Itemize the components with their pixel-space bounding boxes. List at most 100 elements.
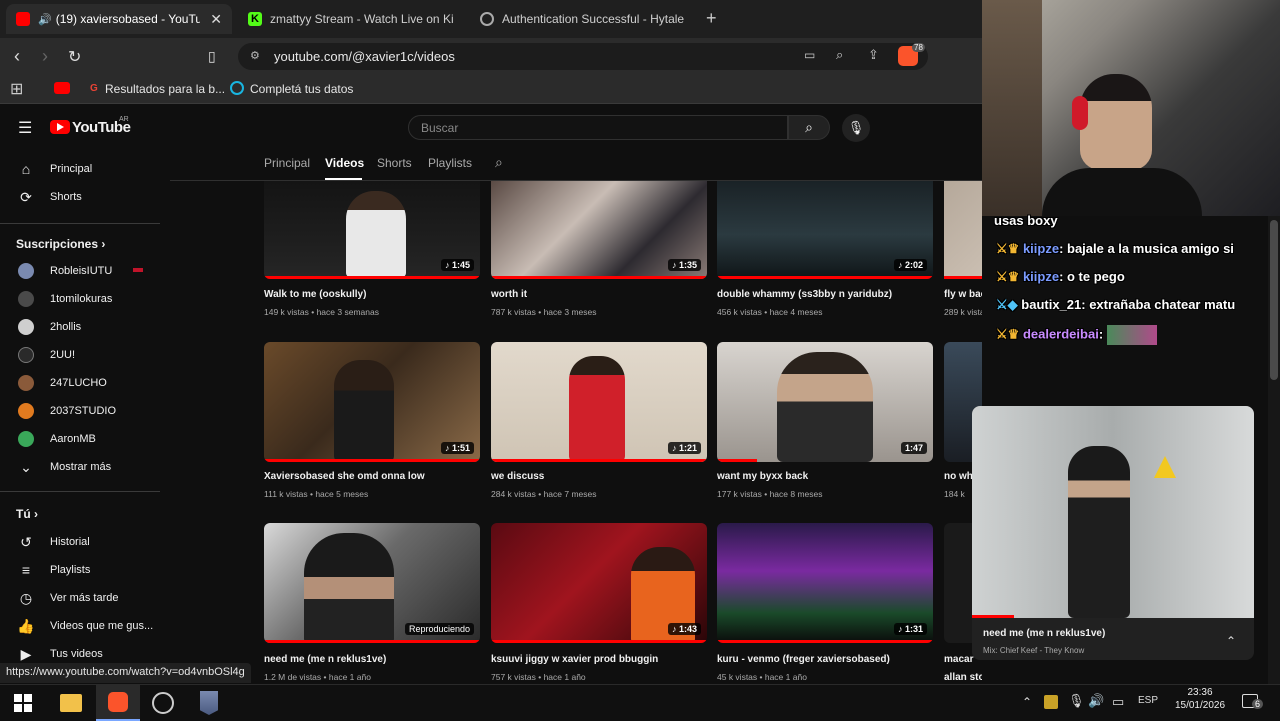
forward-icon[interactable]: › [42, 46, 48, 67]
sidebar-item-watch-later[interactable]: ◷ Ver más tarde [0, 585, 160, 611]
watched-progress-bar [717, 640, 933, 643]
subscriptions-header[interactable]: Suscripciones › [16, 237, 105, 251]
tab-principal[interactable]: Principal [264, 156, 310, 170]
video-title[interactable]: no wh [944, 471, 973, 482]
tab-videos[interactable]: Videos [325, 156, 364, 170]
miniplayer-progress[interactable] [972, 615, 1014, 618]
bookmark-icon[interactable]: ▯ [208, 48, 216, 65]
video-meta: 184 k [944, 489, 965, 499]
video-title[interactable]: Walk to me (ooskully) [264, 289, 366, 300]
video-card[interactable]: fly w backend 289 k vistas [944, 181, 982, 321]
notification-count-badge: 6 [1252, 699, 1264, 709]
reload-icon[interactable]: ↻ [68, 47, 81, 67]
subscription-item[interactable]: 2UU! [0, 342, 160, 368]
subscription-item[interactable]: RobleisIUTU [0, 258, 160, 284]
you-header[interactable]: Tú › [16, 507, 38, 521]
sidebar-item-playlists[interactable]: ≡ Playlists [0, 557, 160, 583]
obs-icon[interactable] [152, 692, 174, 714]
tray-app-icon[interactable] [1044, 695, 1058, 709]
tab-shorts[interactable]: Shorts [377, 156, 412, 170]
video-thumbnail[interactable]: ♪ 2:02 [717, 181, 933, 279]
video-thumbnail[interactable]: ♪ 1:45 [264, 181, 480, 279]
watched-progress-bar [264, 640, 480, 643]
brave-taskbar-item[interactable] [96, 685, 140, 721]
subscription-item[interactable]: 247LUCHO [0, 370, 160, 396]
video-thumbnail[interactable]: ♪ 1:43 [491, 523, 707, 643]
tab-hytale[interactable]: Authentication Successful - Hytale [470, 4, 696, 34]
site-settings-icon[interactable]: ⚙ [250, 49, 260, 62]
volume-icon[interactable]: 🔊 [1088, 693, 1104, 709]
channel-search-icon[interactable]: ⌕ [495, 154, 503, 171]
video-title[interactable]: kuru - venmo (freger xaviersobased) [717, 654, 890, 665]
video-title[interactable]: worth it [491, 289, 527, 300]
video-title[interactable]: macar [944, 654, 973, 665]
video-title[interactable]: need me (me n reklus1ve) [264, 654, 386, 665]
watched-progress-bar [717, 276, 933, 279]
sidebar-item-historial[interactable]: ↺ Historial [0, 529, 160, 555]
game-launcher-icon[interactable] [200, 691, 218, 715]
network-icon[interactable]: ▭ [1112, 694, 1124, 710]
avatar [18, 375, 34, 391]
bookmark-completa[interactable]: Completá tus datos [250, 82, 353, 96]
subscription-item[interactable]: AaronMB [0, 426, 160, 452]
video-thumbnail[interactable]: ♪ 1:51 [264, 342, 480, 462]
clock[interactable]: 23:36 15/01/2026 [1170, 687, 1230, 711]
sidebar-divider [0, 223, 160, 224]
watched-progress-bar [944, 276, 982, 279]
video-thumbnail[interactable] [944, 181, 982, 279]
back-icon[interactable]: ‹ [14, 46, 20, 67]
file-explorer-icon[interactable] [60, 694, 82, 712]
show-more-button[interactable]: ⌄ Mostrar más [0, 454, 160, 480]
video-meta: 284 k vistas • hace 7 meses [491, 489, 597, 499]
video-title[interactable]: we discuss [491, 471, 544, 482]
sidebar-item-liked[interactable]: 👍 Videos que me gus... [0, 613, 160, 639]
share-icon[interactable]: ⇪ [868, 47, 879, 63]
page-scrollbar[interactable] [1268, 216, 1280, 684]
tab-playlists[interactable]: Playlists [428, 156, 472, 170]
apps-grid-icon[interactable]: ⊞ [10, 79, 23, 99]
zoom-icon[interactable]: ⌕ [836, 47, 843, 63]
new-tab-button[interactable]: + [706, 8, 717, 29]
voice-search-button[interactable]: 🎙 [842, 114, 870, 142]
sidebar-item-principal[interactable]: ⌂ Principal [0, 156, 160, 182]
video-title[interactable]: want my byxx back [717, 471, 808, 482]
cast-icon[interactable]: ▭ [804, 48, 815, 62]
search-button[interactable]: ⌕ [788, 115, 830, 140]
miniplayer[interactable]: need me (me n reklus1ve) Mix: Chief Keef… [972, 406, 1254, 660]
subscription-item[interactable]: 1tomilokuras [0, 286, 160, 312]
close-tab-icon[interactable]: ✕ [210, 11, 222, 28]
youtube-bookmark-icon[interactable] [54, 82, 70, 94]
miniplayer-video[interactable] [972, 406, 1254, 618]
youtube-page: ☰ YouTube AR Buscar ⌕ 🎙 ⌂ Principal ⟳ Sh… [0, 104, 982, 684]
tab-label: Authentication Successful - Hytale [502, 12, 685, 26]
subscription-item[interactable]: 2hollis [0, 314, 160, 340]
address-bar[interactable]: ⚙ youtube.com/@xavier1c/videos ▭ ⌕ ⇪ 78 [238, 43, 928, 70]
search-input[interactable]: Buscar [408, 115, 788, 140]
microphone-icon[interactable]: 🎙 [1068, 693, 1085, 709]
subscription-item[interactable]: 2037STUDIO [0, 398, 160, 424]
sidebar-item-shorts[interactable]: ⟳ Shorts [0, 184, 160, 210]
video-title[interactable]: Xaviersobased she omd onna low [264, 471, 425, 482]
video-thumbnail[interactable]: Reproduciendo [264, 523, 480, 643]
tab-kick[interactable]: K zmattyy Stream - Watch Live on Kick [238, 4, 464, 34]
scrollbar-thumb[interactable] [1270, 220, 1278, 380]
video-title[interactable]: fly w backend [944, 289, 982, 300]
tab-youtube[interactable]: 🔊 (19) xaviersobased - YouTube ✕ [6, 4, 232, 34]
video-title[interactable]: ksuuvi jiggy w xavier prod bbuggin [491, 654, 658, 665]
video-thumbnail[interactable]: ♪ 1:21 [491, 342, 707, 462]
video-title[interactable]: double whammy (ss3bby n yaridubz) [717, 289, 892, 300]
speaker-icon[interactable]: 🔊 [38, 13, 52, 26]
video-thumbnail[interactable]: 1:47 [717, 342, 933, 462]
video-thumbnail[interactable]: ♪ 1:31 [717, 523, 933, 643]
tab-label: zmattyy Stream - Watch Live on Kick [270, 12, 454, 26]
chevron-up-icon[interactable]: ⌃ [1226, 634, 1236, 648]
emote-icon [1106, 325, 1157, 345]
sidebar-item-label: Ver más tarde [50, 592, 119, 604]
bookmark-resultados[interactable]: Resultados para la b... [105, 82, 225, 96]
windows-start-icon[interactable] [14, 694, 32, 712]
chevron-up-tray-icon[interactable]: ⌃ [1022, 695, 1032, 709]
video-thumbnail[interactable]: ♪ 1:35 [491, 181, 707, 279]
miniplayer-title: need me (me n reklus1ve) [983, 628, 1106, 639]
circle-bookmark-icon [230, 81, 244, 95]
language-indicator[interactable]: ESP [1138, 695, 1158, 706]
